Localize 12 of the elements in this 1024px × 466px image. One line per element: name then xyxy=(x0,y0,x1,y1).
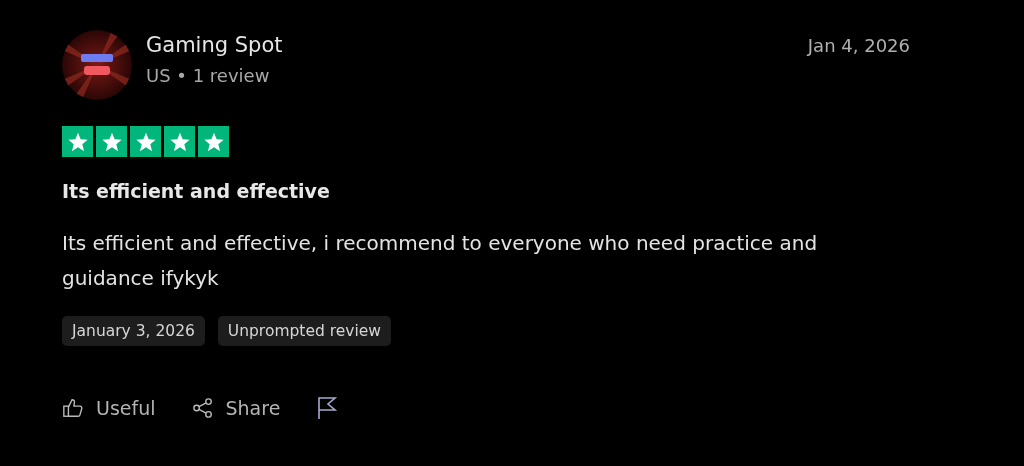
tag-label: Unprompted review xyxy=(217,316,391,346)
tag-label: January 3, 2026 xyxy=(62,316,205,346)
review-title: Its efficient and effective xyxy=(62,180,331,202)
review-date: Jan 4, 2026 xyxy=(807,35,910,56)
review-text: Its efficient and effective, i recommend to everyone who need practice and guidance ifykyk xyxy=(62,230,819,292)
useful-button[interactable]: Useful xyxy=(62,397,156,419)
author-name[interactable]: Gaming Spot xyxy=(146,33,808,57)
thumbs-up-icon xyxy=(62,397,84,419)
share-icon xyxy=(191,397,214,419)
flag-button[interactable] xyxy=(316,396,339,420)
share-button[interactable]: Share xyxy=(191,397,281,419)
reviewer-meta: US • 1 review xyxy=(146,65,271,86)
